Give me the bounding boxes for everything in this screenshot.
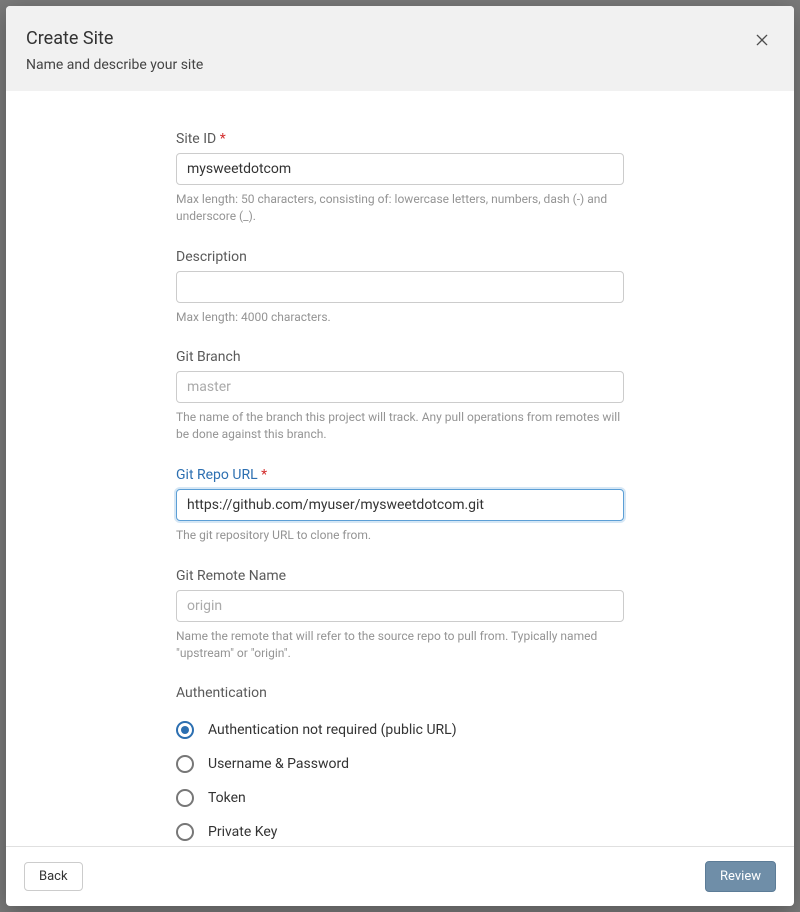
back-button[interactable]: Back [24,862,83,891]
radio-unselected-icon [176,789,194,807]
git-branch-help: The name of the branch this project will… [176,409,624,443]
git-remote-name-label: Git Remote Name [176,568,624,584]
dialog-subtitle: Name and describe your site [26,57,774,73]
site-id-input[interactable] [176,153,624,185]
dialog-body: Site ID * Max length: 50 characters, con… [6,91,794,846]
auth-option-private-key[interactable]: Private Key [176,815,624,846]
git-remote-name-input[interactable] [176,590,624,622]
auth-option-public[interactable]: Authentication not required (public URL) [176,713,624,747]
field-git-branch: Git Branch The name of the branch this p… [176,349,624,443]
auth-option-label: Private Key [208,824,277,840]
close-icon [750,32,774,48]
git-repo-url-label: Git Repo URL * [176,467,624,483]
radio-unselected-icon [176,755,194,773]
create-site-dialog: Create Site Name and describe your site … [6,6,794,906]
close-button[interactable] [750,28,774,52]
required-indicator: * [220,131,226,147]
site-id-help: Max length: 50 characters, consisting of… [176,191,624,225]
field-git-repo-url: Git Repo URL * The git repository URL to… [176,467,624,544]
review-button[interactable]: Review [705,861,776,892]
authentication-section-label: Authentication [176,685,624,701]
dialog-title: Create Site [26,28,774,49]
auth-option-label: Username & Password [208,756,349,772]
required-indicator: * [261,467,267,483]
field-git-remote-name: Git Remote Name Name the remote that wil… [176,568,624,662]
field-description: Description Max length: 4000 characters. [176,249,624,326]
site-id-label: Site ID * [176,131,624,147]
git-repo-url-help: The git repository URL to clone from. [176,527,624,544]
auth-option-label: Authentication not required (public URL) [208,722,457,738]
auth-option-label: Token [208,790,246,806]
git-repo-url-input[interactable] [176,489,624,521]
radio-selected-icon [176,721,194,739]
description-input[interactable] [176,271,624,303]
dialog-header: Create Site Name and describe your site [6,6,794,91]
authentication-radio-group: Authentication not required (public URL)… [176,713,624,846]
radio-unselected-icon [176,823,194,841]
description-label: Description [176,249,624,265]
auth-option-token[interactable]: Token [176,781,624,815]
field-site-id: Site ID * Max length: 50 characters, con… [176,131,624,225]
git-remote-name-help: Name the remote that will refer to the s… [176,628,624,662]
form: Site ID * Max length: 50 characters, con… [176,131,624,846]
git-branch-input[interactable] [176,371,624,403]
dialog-footer: Back Review [6,846,794,906]
auth-option-username-password[interactable]: Username & Password [176,747,624,781]
git-branch-label: Git Branch [176,349,624,365]
description-help: Max length: 4000 characters. [176,309,624,326]
